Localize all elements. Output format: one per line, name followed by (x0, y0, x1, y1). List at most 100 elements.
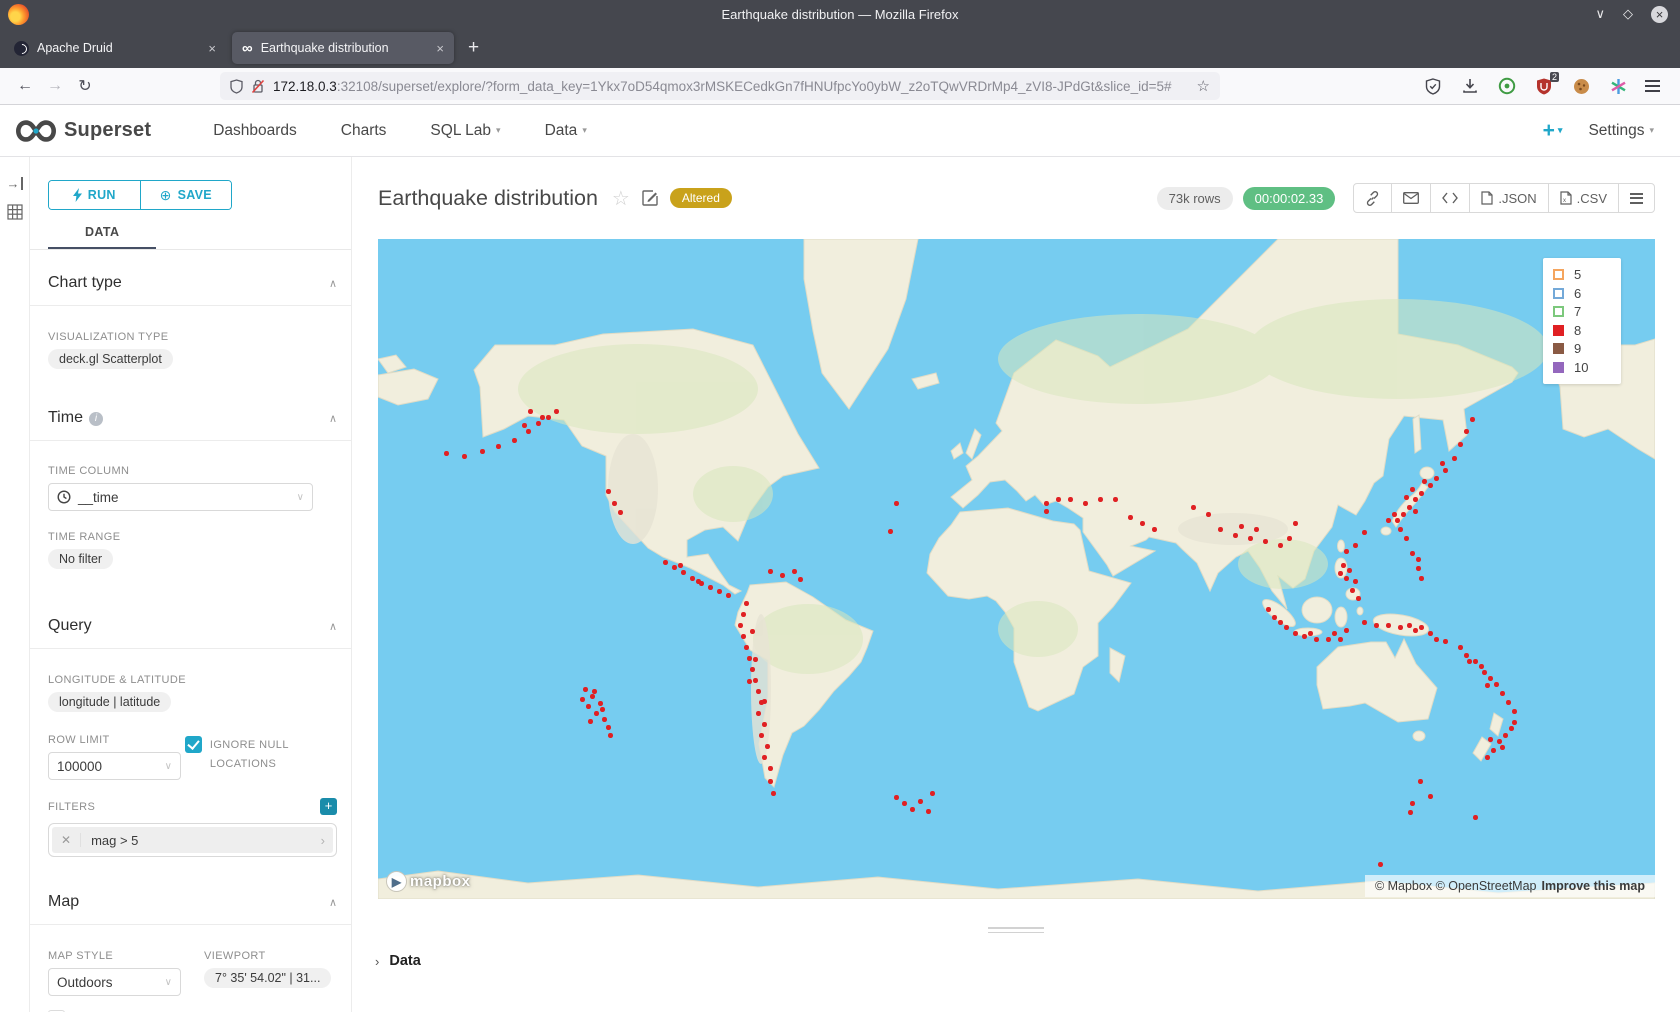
map-style-select[interactable]: Outdoors ∨ (48, 968, 181, 996)
time-column-select[interactable]: __time ∨ (48, 483, 313, 511)
earthquake-point (1404, 495, 1409, 500)
section-query[interactable]: Query ∧ (48, 617, 337, 635)
remove-filter-icon[interactable]: ✕ (52, 833, 81, 847)
data-panel-label: Data (389, 953, 420, 969)
row-limit-select[interactable]: 100000 ∨ (48, 752, 181, 780)
legend-entry[interactable]: 8 (1553, 323, 1611, 338)
section-map[interactable]: Map ∧ (48, 893, 337, 911)
window-minimize-icon[interactable]: ∨ (1595, 6, 1605, 22)
viewport-value[interactable]: 7° 35' 54.02" | 31... (204, 968, 331, 988)
window-maximize-icon[interactable]: ◇ (1623, 6, 1633, 22)
earthquake-point (1410, 801, 1415, 806)
earthquake-point (780, 573, 785, 578)
tracking-shield-icon[interactable] (230, 79, 243, 94)
legend-entry[interactable]: 5 (1553, 267, 1611, 282)
favorite-star-icon[interactable]: ☆ (612, 186, 630, 211)
insecure-lock-icon[interactable] (251, 79, 265, 94)
earthquake-point (1356, 596, 1361, 601)
section-time[interactable]: Timei ∧ (48, 409, 337, 427)
row-limit-value: 100000 (57, 759, 102, 774)
chevron-up-icon[interactable]: ∧ (329, 620, 337, 633)
filter-expression[interactable]: mag > 5 (81, 833, 321, 848)
save-button[interactable]: ⊕ SAVE (141, 181, 232, 209)
protections-shield-icon[interactable] (1423, 76, 1443, 96)
reload-button[interactable]: ↻ (70, 76, 100, 96)
legend-entry[interactable]: 9 (1553, 341, 1611, 356)
add-filter-button[interactable]: + (320, 798, 337, 815)
legend-entry[interactable]: 7 (1553, 304, 1611, 319)
copy-link-button[interactable] (1354, 184, 1392, 212)
tab-close-icon[interactable]: × (436, 41, 444, 56)
export-csv-button[interactable]: x .CSV (1549, 184, 1619, 212)
new-tab-button[interactable]: + (468, 37, 479, 59)
altered-badge[interactable]: Altered (670, 188, 732, 208)
earthquake-point (1419, 625, 1424, 630)
legend-swatch-icon (1553, 362, 1564, 373)
chevron-down-icon: ▾ (582, 125, 587, 136)
datasource-grid-icon[interactable] (7, 204, 23, 220)
legend-label: 6 (1574, 286, 1581, 301)
forward-button[interactable]: → (40, 77, 70, 95)
ignore-null-checkbox[interactable] (185, 736, 202, 753)
bookmark-star-icon[interactable]: ☆ (1197, 77, 1210, 95)
download-icon[interactable] (1460, 76, 1480, 96)
address-bar[interactable]: 172.18.0.3:32108/superset/explore/?form_… (220, 72, 1220, 100)
chart-actions-group: .JSON x .CSV (1353, 183, 1655, 213)
earthquake-point (600, 707, 605, 712)
ublock-origin-icon[interactable]: 2 (1534, 76, 1554, 96)
edit-properties-icon[interactable] (642, 190, 658, 206)
tab-close-icon[interactable]: × (208, 41, 216, 56)
export-json-button[interactable]: .JSON (1470, 184, 1548, 212)
earthquake-point (1422, 479, 1427, 484)
earthquake-point (1386, 623, 1391, 628)
extension-green-icon[interactable] (1497, 76, 1517, 96)
data-panel-toggle[interactable]: › Data (375, 953, 1680, 969)
mapbox-wordmark: mapbox (410, 873, 471, 890)
section-chart-type[interactable]: Chart type ∧ (48, 274, 337, 292)
nav-item-charts[interactable]: Charts (341, 122, 387, 140)
firefox-menu-icon[interactable] (1645, 80, 1660, 92)
expand-datasource-panel-icon[interactable]: → (7, 177, 23, 190)
url-text[interactable]: 172.18.0.3:32108/superset/explore/?form_… (273, 79, 1189, 94)
filter-chip[interactable]: ✕ mag > 5 › (52, 827, 333, 853)
time-range-value[interactable]: No filter (48, 549, 113, 569)
embed-code-button[interactable] (1431, 184, 1470, 212)
attribution-text[interactable]: © Mapbox © OpenStreetMap (1375, 879, 1537, 893)
improve-map-link[interactable]: Improve this map (1542, 879, 1646, 893)
nav-item-dashboards[interactable]: Dashboards (213, 122, 297, 140)
row-limit-label: ROW LIMIT (48, 734, 185, 746)
lonlat-value[interactable]: longitude | latitude (48, 692, 171, 712)
nav-item-settings[interactable]: Settings▾ (1588, 122, 1654, 140)
tab-apache-druid[interactable]: Apache Druid × (4, 32, 226, 64)
chevron-up-icon[interactable]: ∧ (329, 412, 337, 425)
nav-item-data[interactable]: Data▾ (545, 122, 587, 140)
chevron-up-icon[interactable]: ∧ (329, 896, 337, 909)
viz-type-value[interactable]: deck.gl Scatterplot (48, 349, 173, 369)
earthquake-point (1386, 518, 1391, 523)
legend-entry[interactable]: 6 (1553, 286, 1611, 301)
window-close-icon[interactable]: × (1651, 6, 1668, 23)
chart-options-menu-button[interactable] (1619, 184, 1654, 212)
earthquake-point (663, 560, 668, 565)
chevron-right-icon[interactable]: › (321, 833, 333, 848)
panel-resize-handle[interactable] (988, 927, 1044, 933)
chevron-down-icon: ▾ (1558, 125, 1563, 136)
earthquake-point (606, 725, 611, 730)
tab-data[interactable]: DATA (48, 225, 156, 249)
deckgl-scatterplot-map[interactable]: 5 6 7 8 9 10 © Mapbox © OpenStreetMap Improve… (378, 239, 1655, 899)
superset-brand[interactable]: Superset (16, 118, 151, 144)
nav-item-sql-lab[interactable]: SQL Lab▾ (430, 122, 500, 140)
legend-entry[interactable]: 10 (1553, 360, 1611, 375)
tab-earthquake-distribution[interactable]: ∞ Earthquake distribution × (232, 32, 454, 64)
run-button[interactable]: RUN (49, 181, 141, 209)
earthquake-point (768, 766, 773, 771)
back-button[interactable]: ← (10, 77, 40, 95)
chevron-up-icon[interactable]: ∧ (329, 277, 337, 290)
email-button[interactable] (1392, 184, 1431, 212)
earthquake-point (1408, 810, 1413, 815)
tab-title: Apache Druid (37, 41, 200, 55)
new-item-button[interactable]: +▾ (1543, 119, 1563, 143)
asterisk-extension-icon[interactable] (1608, 76, 1628, 96)
cookie-extension-icon[interactable] (1571, 76, 1591, 96)
mapbox-logo[interactable]: ▶ mapbox (386, 871, 471, 892)
